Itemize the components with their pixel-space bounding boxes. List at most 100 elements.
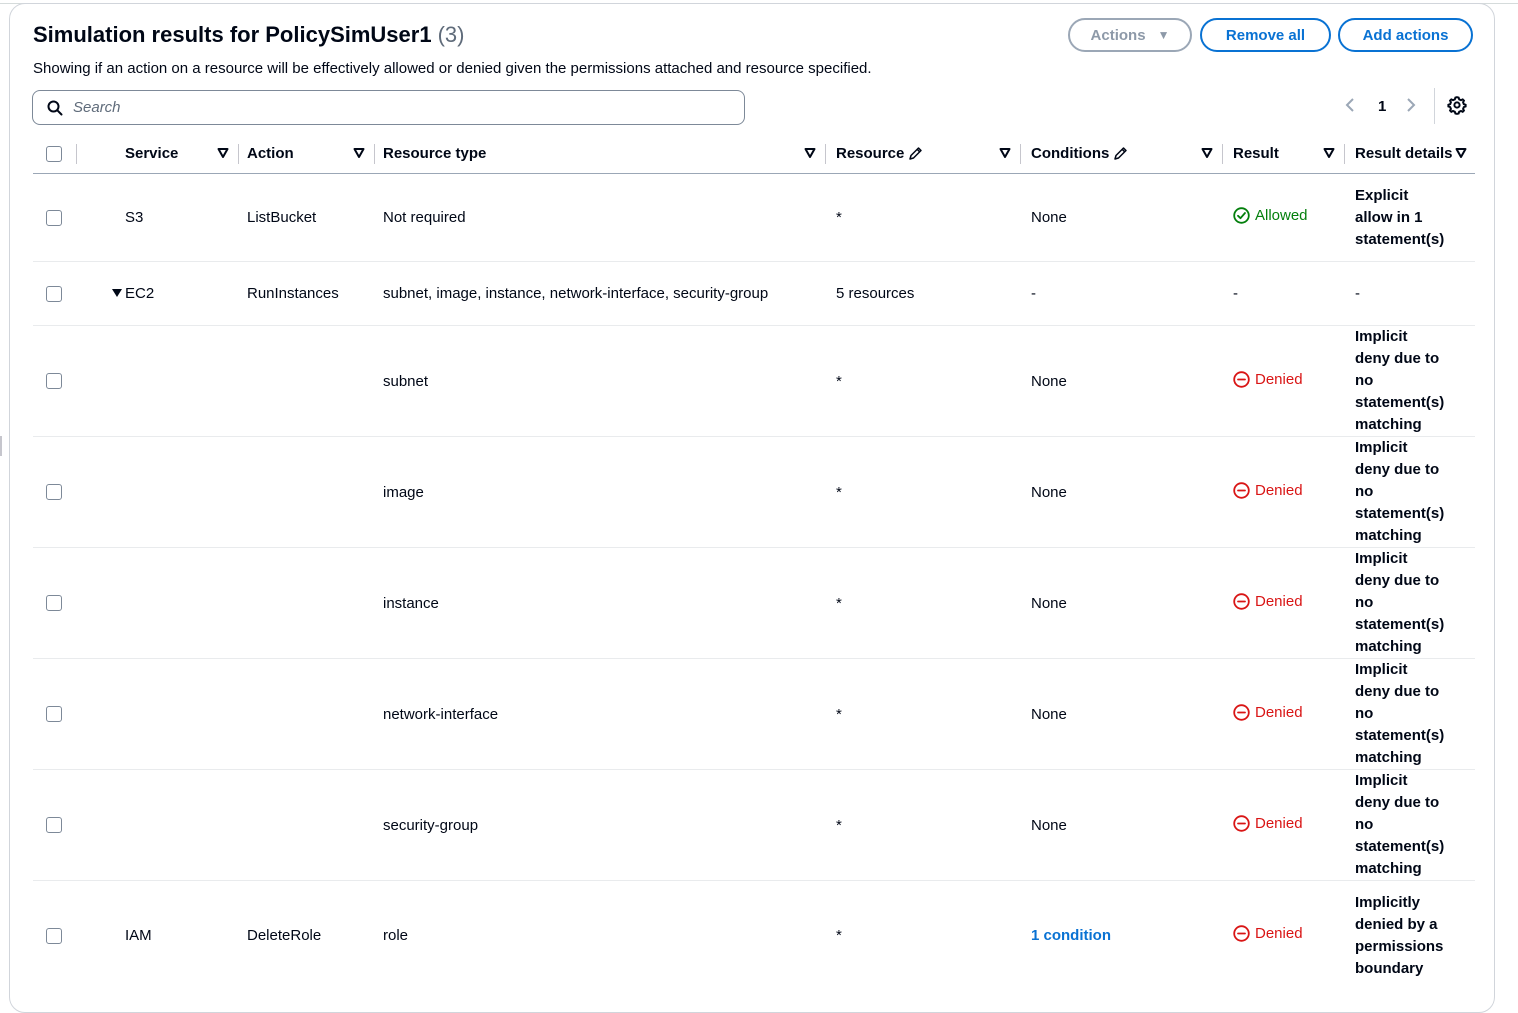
previous-page-button[interactable]: [1344, 96, 1356, 119]
caret-down-icon[interactable]: [111, 288, 123, 298]
search-input[interactable]: [71, 98, 675, 117]
row-checkbox[interactable]: [46, 209, 62, 226]
sort-icon[interactable]: [217, 147, 229, 159]
resource-type-cell: security-group: [375, 769, 826, 881]
table-row: security-group * None Denied Implicit de…: [33, 769, 1475, 881]
actions-dropdown-button[interactable]: Actions ▼: [1068, 18, 1192, 52]
result-label: Denied: [1255, 370, 1303, 388]
header-conditions-label: Conditions: [1031, 145, 1110, 162]
table-row: S3 ListBucket Not required * None Allowe…: [33, 173, 1475, 262]
row-select-cell[interactable]: [33, 881, 77, 991]
row-checkbox[interactable]: [46, 595, 62, 611]
resource-type-cell: subnet: [375, 325, 826, 437]
row-checkbox[interactable]: [46, 817, 62, 833]
result-cell: -: [1223, 261, 1345, 326]
sort-icon[interactable]: [804, 147, 816, 159]
result-details-link[interactable]: Implicit deny due to no statement(s) mat…: [1345, 325, 1475, 437]
result-details-link[interactable]: Explicit allow in 1 statement(s): [1345, 173, 1475, 262]
row-select-cell[interactable]: [33, 658, 77, 770]
resource-type-cell: instance: [375, 547, 826, 659]
action-cell: [239, 325, 375, 437]
header-action-label: Action: [247, 145, 294, 162]
resource-cell: *: [826, 436, 1021, 548]
pager-divider: [1434, 88, 1435, 124]
select-all-checkbox[interactable]: [46, 145, 62, 162]
row-select-cell[interactable]: [33, 547, 77, 659]
result-details-link[interactable]: Implicit deny due to no statement(s) mat…: [1345, 658, 1475, 770]
header-service[interactable]: Service: [125, 134, 239, 174]
result-status: Denied: [1233, 704, 1303, 721]
row-select-cell[interactable]: [33, 173, 77, 262]
header-resource[interactable]: Resource: [826, 134, 1021, 174]
conditions-link[interactable]: 1 condition: [1031, 927, 1111, 944]
table-header-row: Service Action Resource type Resource Co…: [33, 134, 1475, 174]
conditions-cell: -: [1021, 261, 1223, 326]
header-select-all[interactable]: [33, 134, 77, 174]
sort-icon[interactable]: [353, 147, 365, 159]
sort-icon[interactable]: [1323, 147, 1335, 159]
resource-cell: *: [826, 769, 1021, 881]
header-resource-type[interactable]: Resource type: [375, 134, 826, 174]
gear-icon: [1447, 96, 1467, 115]
row-checkbox[interactable]: [46, 373, 62, 389]
result-cell: Denied: [1223, 769, 1345, 881]
row-checkbox[interactable]: [46, 706, 62, 722]
search-icon: [47, 100, 63, 115]
action-cell: RunInstances: [239, 261, 375, 326]
expand-cell: [77, 547, 125, 659]
result-status: Denied: [1233, 925, 1303, 942]
expand-cell: [77, 769, 125, 881]
result-details-link[interactable]: Implicitly denied by a permissions bound…: [1345, 881, 1475, 991]
row-select-cell[interactable]: [33, 769, 77, 881]
resize-handle[interactable]: [0, 436, 2, 456]
sort-icon[interactable]: [999, 147, 1011, 159]
sort-icon[interactable]: [1201, 147, 1213, 159]
resource-type-cell: network-interface: [375, 658, 826, 770]
row-checkbox[interactable]: [46, 285, 62, 302]
expand-cell[interactable]: [77, 261, 125, 326]
row-checkbox[interactable]: [46, 484, 62, 500]
result-status: Denied: [1233, 815, 1303, 832]
remove-all-button[interactable]: Remove all: [1200, 18, 1331, 52]
pencil-icon: [909, 147, 923, 160]
conditions-cell: None: [1021, 436, 1223, 548]
preferences-button[interactable]: [1447, 95, 1467, 120]
action-cell: [239, 658, 375, 770]
minus-circle-icon: [1233, 814, 1250, 832]
result-status: Allowed: [1233, 207, 1308, 224]
page-number[interactable]: 1: [1378, 98, 1386, 115]
check-circle-icon: [1233, 207, 1250, 224]
row-checkbox[interactable]: [46, 927, 62, 944]
header-expand: [77, 134, 125, 174]
result-details-link[interactable]: Implicit deny due to no statement(s) mat…: [1345, 547, 1475, 659]
next-page-button[interactable]: [1405, 96, 1417, 119]
expand-cell: [77, 173, 125, 262]
page-title: Simulation results for PolicySimUser1 (3): [33, 22, 464, 48]
search-box[interactable]: [32, 90, 745, 125]
action-cell: [239, 436, 375, 548]
header-result-details[interactable]: Result details: [1345, 134, 1475, 174]
action-cell: [239, 547, 375, 659]
caret-down-icon: ▼: [1157, 28, 1170, 42]
service-cell: [125, 325, 239, 437]
result-label: Denied: [1255, 481, 1303, 499]
header-resource-type-label: Resource type: [383, 145, 487, 162]
row-select-cell[interactable]: [33, 261, 77, 326]
add-actions-button[interactable]: Add actions: [1338, 18, 1473, 52]
resource-cell: 5 resources: [826, 261, 1021, 326]
header-result[interactable]: Result: [1223, 134, 1345, 174]
header-action[interactable]: Action: [239, 134, 375, 174]
header-resource-label: Resource: [836, 145, 905, 162]
expand-cell: [77, 325, 125, 437]
chevron-left-icon: [1345, 98, 1354, 112]
sort-icon[interactable]: [1455, 147, 1467, 159]
result-details-link[interactable]: Implicit deny due to no statement(s) mat…: [1345, 769, 1475, 881]
row-select-cell[interactable]: [33, 436, 77, 548]
action-cell: [239, 769, 375, 881]
resource-type-cell: Not required: [375, 173, 826, 262]
header-conditions[interactable]: Conditions: [1021, 134, 1223, 174]
actions-label: Actions: [1090, 26, 1146, 44]
result-details-link[interactable]: Implicit deny due to no statement(s) mat…: [1345, 436, 1475, 548]
expand-cell: [77, 881, 125, 991]
row-select-cell[interactable]: [33, 325, 77, 437]
